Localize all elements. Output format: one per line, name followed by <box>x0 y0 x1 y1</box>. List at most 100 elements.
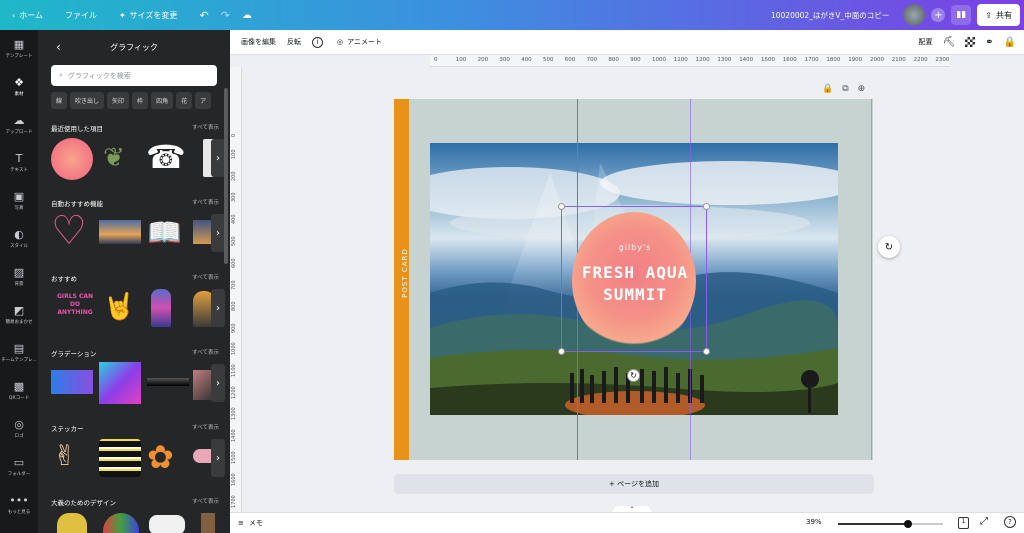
recommended-row: GIRLS CAN DO ANYTHING 🤘 › <box>51 287 225 329</box>
chip[interactable]: 矢印 <box>107 92 130 109</box>
panel-scrollbar[interactable] <box>224 88 228 264</box>
duplicate-page-icon[interactable]: ⧉ <box>842 84 848 94</box>
nav-photos[interactable]: ▣ 写真 <box>0 182 38 220</box>
graphics-search-input[interactable]: ⌕ グラフィックを検索 <box>51 65 217 86</box>
undo-icon[interactable]: ↶ <box>199 9 208 22</box>
nav-text[interactable]: T テキスト <box>0 144 38 182</box>
add-member-icon[interactable]: + <box>931 8 946 22</box>
notes-button[interactable]: ≡ メモ <box>238 518 263 528</box>
document-title[interactable]: 10020002_はがきV_中面のコピー <box>771 10 889 21</box>
resize-handle-bl[interactable] <box>558 348 565 355</box>
section-cause: 大義のためのデザイン すべて表示 <box>51 497 219 507</box>
resize-label: サイズを変更 <box>129 10 178 20</box>
chip[interactable]: 枠 <box>132 92 149 109</box>
animate-button[interactable]: ◎ アニメート <box>337 37 382 47</box>
open-book-graphic[interactable]: 📖 <box>147 214 187 252</box>
nav-folder[interactable]: ▭ フォルダー <box>0 448 38 486</box>
end-war-sticker[interactable] <box>99 439 141 477</box>
back-icon[interactable]: ‹ <box>56 40 61 54</box>
zoom-slider-knob[interactable] <box>904 520 912 528</box>
scroll-right-icon[interactable]: › <box>211 439 225 477</box>
flower-sticker[interactable]: ✿ <box>147 437 187 477</box>
transparency-icon[interactable] <box>965 37 976 47</box>
girls-can-do-anything-sticker[interactable]: GIRLS CAN DO ANYTHING <box>55 293 95 317</box>
peace-hand-sticker[interactable]: ✌ <box>53 437 89 477</box>
nav-team-templates[interactable]: ▤ チームテンプレ... <box>0 334 38 372</box>
people-illustration-graphic[interactable] <box>151 289 171 327</box>
page-count[interactable]: 1 <box>958 517 969 529</box>
chip[interactable]: 線 <box>51 92 68 109</box>
resize-handle-tr[interactable] <box>703 203 710 210</box>
telephone-graphic[interactable]: ☎ <box>146 137 190 177</box>
edit-image-button[interactable]: 画像を編集 <box>241 37 276 47</box>
chip[interactable]: 花 <box>176 92 193 109</box>
nav-qr[interactable]: ▩ QRコード <box>0 372 38 410</box>
black-gradient-bar[interactable] <box>147 378 189 386</box>
nav-logo[interactable]: ◎ ロゴ <box>0 410 38 448</box>
sunset-photo-graphic[interactable] <box>99 220 141 244</box>
home-button[interactable]: ‹ ホーム <box>12 10 43 21</box>
scroll-right-icon[interactable]: › <box>211 139 225 177</box>
lock-icon[interactable]: 🔒 <box>1004 37 1016 48</box>
cyan-magenta-gradient[interactable] <box>99 362 141 404</box>
redo-icon[interactable]: ↷ <box>221 9 230 22</box>
resize-button[interactable]: ✦ サイズを変更 <box>119 10 177 21</box>
scroll-right-icon[interactable]: › <box>211 289 225 327</box>
analytics-icon[interactable]: ▮▮ <box>951 5 972 25</box>
rock-hand-graphic[interactable]: 🤘 <box>103 287 139 327</box>
link-icon[interactable]: ⚭ <box>985 37 993 48</box>
nav-elements[interactable]: ❖ 素材 <box>0 68 38 106</box>
scroll-right-icon[interactable]: › <box>211 364 225 402</box>
see-all-link[interactable]: すべて表示 <box>192 198 219 208</box>
add-page-icon[interactable]: ⊕ <box>858 84 866 94</box>
heart-outline-graphic[interactable]: ♡ <box>51 211 93 252</box>
resize-handle-tl[interactable] <box>558 203 565 210</box>
top-bar: ‹ ホーム ファイル ✦ サイズを変更 ↶ ↷ ☁ 10020002_はがきV_… <box>0 0 1024 30</box>
lock-page-icon[interactable]: 🔒 <box>822 84 833 94</box>
cause-graphic-3[interactable] <box>149 515 185 533</box>
rotate-handle-icon[interactable]: ↻ <box>627 369 640 382</box>
cloud-save-icon[interactable]: ☁ <box>242 10 252 21</box>
flip-button[interactable]: 反転 <box>287 37 301 47</box>
add-page-button[interactable]: + ページを追加 <box>394 474 874 494</box>
avatar[interactable] <box>903 4 926 26</box>
gradient-circle-graphic[interactable] <box>51 138 93 180</box>
ruler-tick: 1200 <box>695 57 710 63</box>
nav-templates[interactable]: ▦ テンプレート <box>0 30 38 68</box>
info-icon[interactable]: i <box>312 36 323 48</box>
blue-purple-gradient[interactable] <box>51 370 93 394</box>
chip[interactable]: ア <box>195 92 212 109</box>
zoom-level[interactable]: 39% <box>806 518 822 526</box>
nav-styles[interactable]: ◐ スタイル <box>0 220 38 258</box>
fullscreen-icon[interactable]: ⤢ <box>980 516 988 527</box>
chip[interactable]: 吹き出し <box>70 92 105 109</box>
share-button[interactable]: ⇪ 共有 <box>977 4 1020 26</box>
ruler-tick: 1600 <box>782 57 797 63</box>
help-icon[interactable]: ? <box>1004 516 1016 528</box>
regenerate-icon[interactable]: ↻ <box>878 236 900 258</box>
cause-graphic-1[interactable] <box>57 513 87 533</box>
ruler-tick: 0 <box>231 133 237 137</box>
nav-background[interactable]: ▨ 背景 <box>0 258 38 296</box>
cause-graphic-2[interactable] <box>103 513 139 533</box>
nav-more[interactable]: ••• もっと見る <box>0 486 38 524</box>
file-menu[interactable]: ファイル <box>65 10 97 21</box>
see-all-link[interactable]: すべて表示 <box>192 273 219 283</box>
position-button[interactable]: 配置 <box>918 37 932 47</box>
leaf-branch-graphic[interactable]: ❦ <box>103 139 139 177</box>
nav-ai[interactable]: ◩ 簡易おまかせ <box>0 296 38 334</box>
zoom-slider[interactable] <box>838 520 943 528</box>
paint-roller-icon[interactable]: ⛏ <box>942 37 955 48</box>
see-all-link[interactable]: すべて表示 <box>192 423 219 433</box>
cause-graphic-4[interactable] <box>201 513 215 533</box>
nav-uploads[interactable]: ☁ アップロード <box>0 106 38 144</box>
scroll-right-icon[interactable]: › <box>211 214 225 252</box>
see-all-link[interactable]: すべて表示 <box>192 123 219 133</box>
see-all-link[interactable]: すべて表示 <box>192 497 219 507</box>
selection-box[interactable] <box>561 206 707 352</box>
chip[interactable]: 四角 <box>151 92 174 109</box>
ruler-tick: 2100 <box>891 57 906 63</box>
ruler-tick: 100 <box>455 57 467 63</box>
resize-handle-br[interactable] <box>703 348 710 355</box>
see-all-link[interactable]: すべて表示 <box>192 348 219 358</box>
